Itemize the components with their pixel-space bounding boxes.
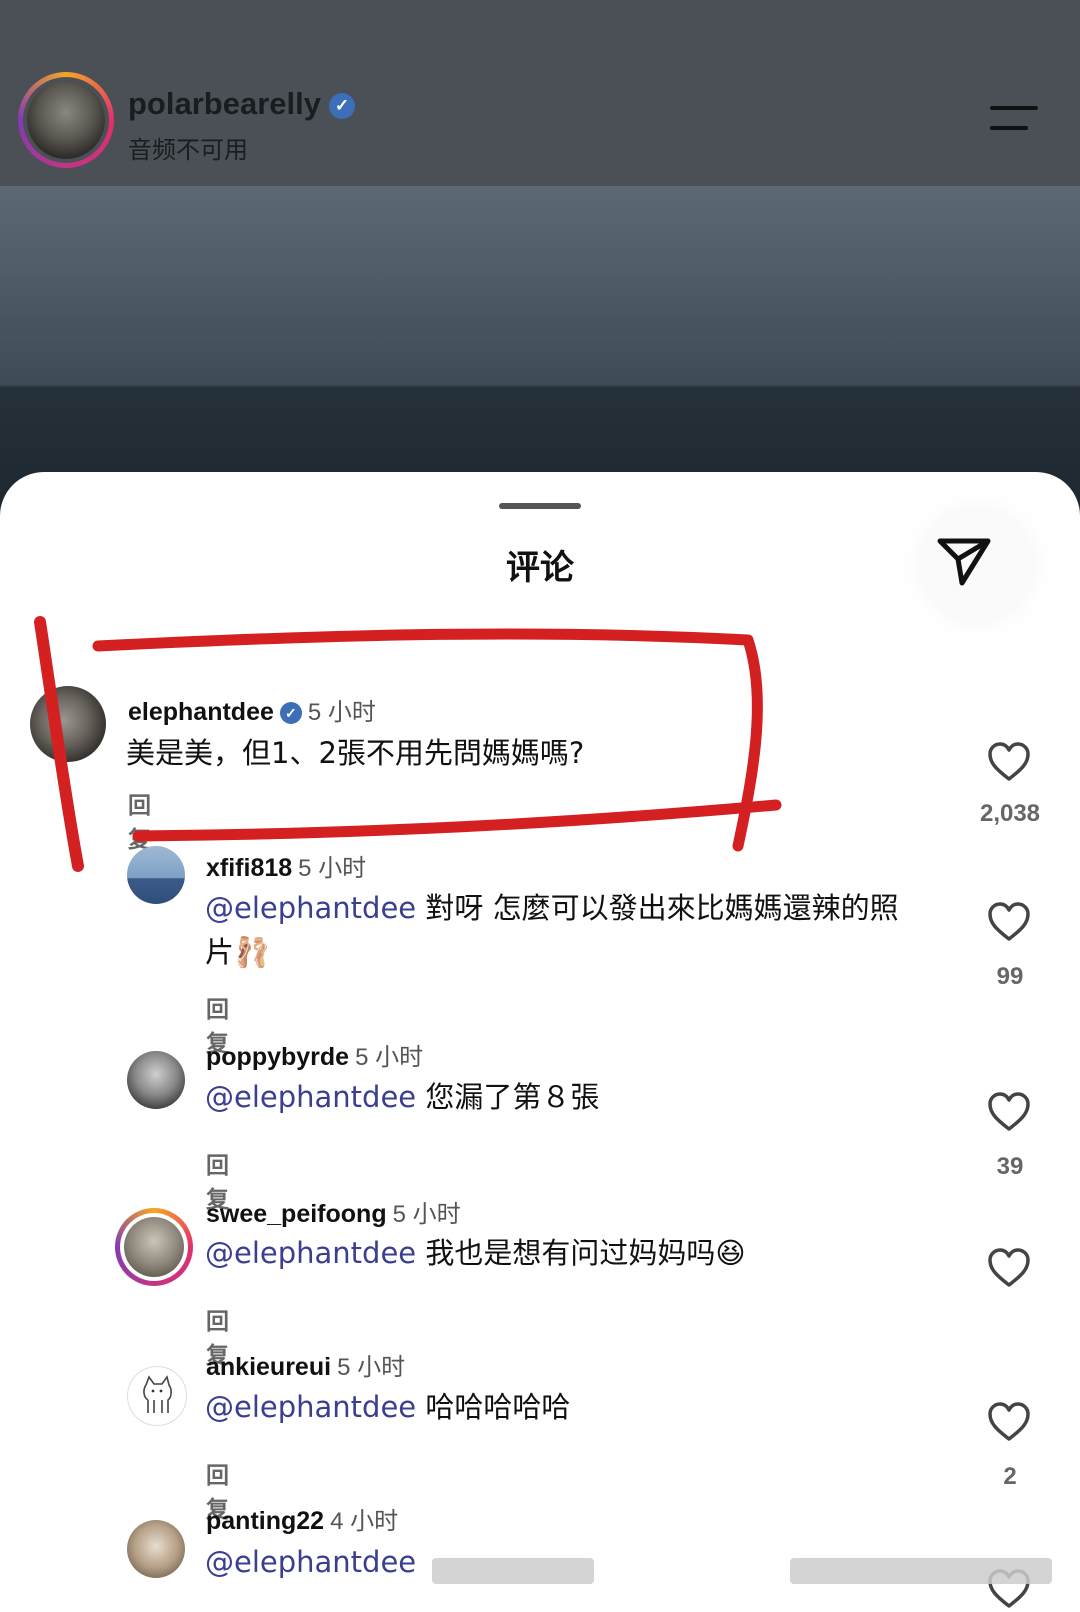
comment-username[interactable]: poppybyrde 5 小时 (206, 1037, 423, 1072)
comment-username[interactable]: elephantdee ✓ 5 小时 (128, 692, 376, 727)
menu-lines-icon[interactable] (990, 106, 1044, 132)
comment-text: @elephantdee 我也是想有问过妈妈吗😆 (205, 1236, 746, 1270)
audio-status: 音频不可用 (128, 136, 248, 164)
profile-avatar[interactable] (18, 72, 114, 168)
watermark-blur (432, 1558, 594, 1584)
comment-username[interactable]: xfifi818 5 小时 (206, 848, 366, 883)
avatar[interactable] (127, 1520, 185, 1578)
heart-outline-icon[interactable] (986, 741, 1032, 783)
post-username[interactable]: polarbearelly ✓ (128, 86, 355, 122)
like-count: 99 (996, 963, 1024, 990)
heart-outline-icon[interactable] (986, 1401, 1032, 1443)
heart-outline-icon[interactable] (986, 1247, 1032, 1289)
like-count: 2,038 (979, 800, 1041, 827)
like-count: 39 (996, 1153, 1024, 1180)
sheet-title: 评论 (506, 548, 574, 588)
comment-time: 5 小时 (355, 1044, 424, 1071)
avatar[interactable] (127, 1366, 187, 1426)
reply-button[interactable]: 回复 (128, 786, 151, 854)
watermark-blur (790, 1558, 1052, 1584)
comments-sheet: 评论 (0, 472, 1080, 1612)
send-paper-plane-icon (937, 538, 991, 586)
comment-time: 5 小时 (298, 855, 367, 882)
comment-text: @elephantdee 對呀 怎麼可以發出來比媽媽還辣的照片🩰 (205, 891, 899, 969)
heart-outline-icon[interactable] (986, 1091, 1032, 1133)
post-image (0, 186, 1080, 506)
comment-text: 美是美，但1、2張不用先問媽媽嗎? (126, 736, 585, 770)
verified-badge-icon: ✓ (279, 702, 302, 724)
drag-handle[interactable] (499, 503, 581, 509)
like-count: 2 (1003, 1463, 1017, 1490)
heart-outline-icon[interactable] (986, 901, 1032, 943)
verified-badge-icon: ✓ (328, 93, 355, 119)
mention-link[interactable]: @elephantdee (205, 1236, 416, 1270)
avatar[interactable] (30, 686, 106, 762)
comment-username[interactable]: panting22 4 小时 (206, 1501, 398, 1536)
post-header: polarbearelly ✓ 音频不可用 (0, 0, 1080, 186)
mention-link[interactable]: @elephantdee (205, 1390, 416, 1424)
comment-time: 5 小时 (307, 699, 376, 726)
comment-username[interactable]: ankieureui 5 小时 (206, 1347, 405, 1382)
comment-username[interactable]: swee_peifoong 5 小时 (206, 1194, 461, 1229)
mention-link[interactable]: @elephantdee (205, 1545, 416, 1579)
post-username-text[interactable]: polarbearelly (128, 86, 321, 121)
comment-time: 4 小时 (330, 1508, 399, 1535)
send-button[interactable] (922, 510, 1032, 620)
comment-text: @elephantdee 您漏了第８張 (205, 1080, 600, 1114)
avatar[interactable] (127, 846, 185, 904)
comment-time: 5 小时 (337, 1354, 406, 1381)
mention-link[interactable]: @elephantdee (205, 891, 416, 925)
avatar[interactable] (127, 1051, 185, 1109)
mention-link[interactable]: @elephantdee (205, 1080, 416, 1114)
comment-text: @elephantdee 哈哈哈哈哈 (205, 1390, 571, 1424)
avatar[interactable] (115, 1208, 193, 1286)
comment-time: 5 小时 (392, 1201, 461, 1228)
